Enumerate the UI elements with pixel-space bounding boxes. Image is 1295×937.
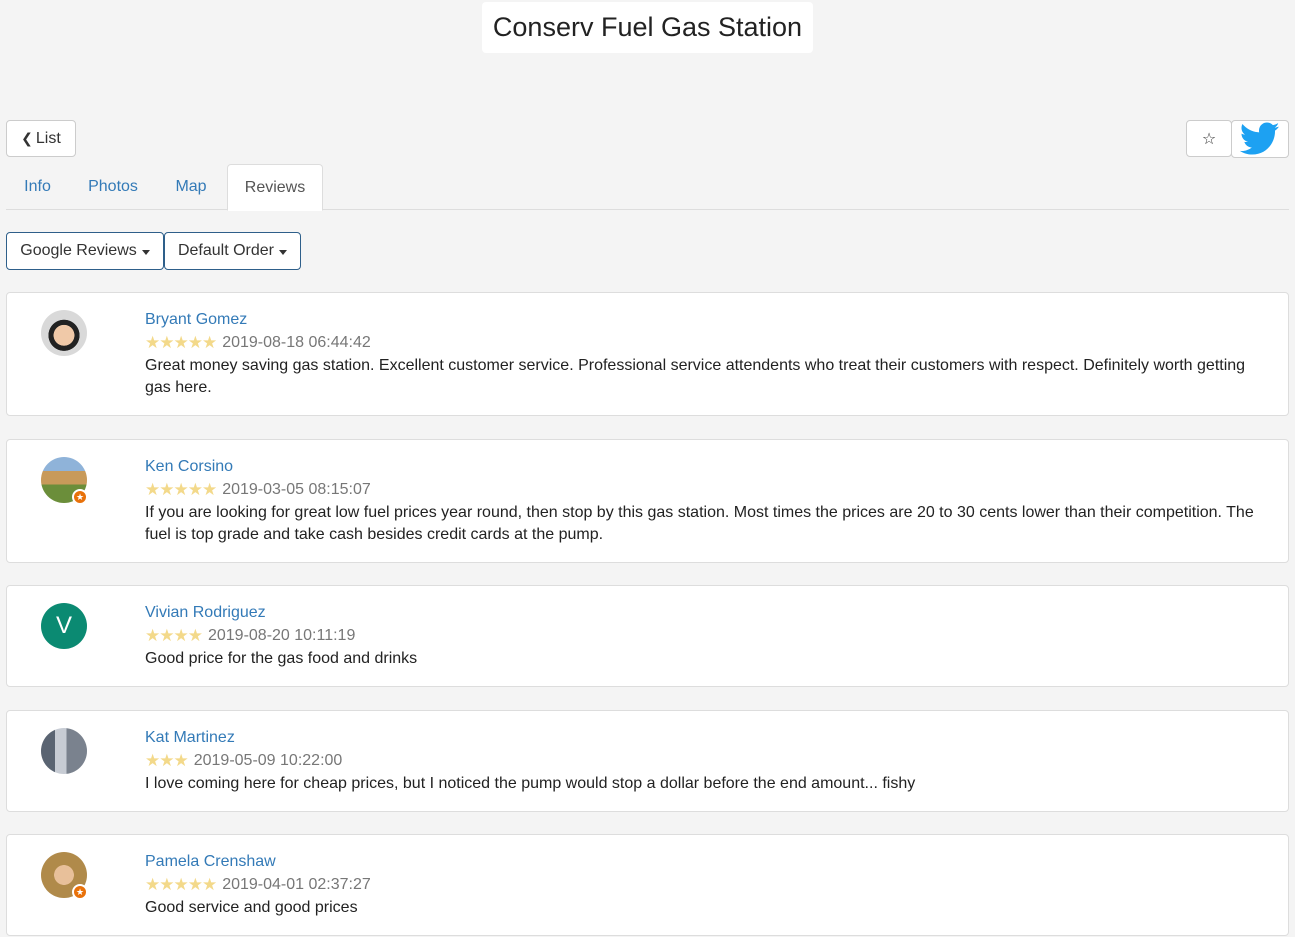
local-guide-badge-icon: ★ (72, 489, 88, 505)
star-rating: ★★★★ (145, 626, 203, 645)
tab-info[interactable]: Info (6, 164, 69, 210)
review-text: Great money saving gas station. Excellen… (145, 357, 1246, 396)
review-card: V Vivian Rodriguez ★★★★ 2019-08-20 10:11… (6, 585, 1289, 687)
detail-tabs: Info Photos Map Reviews (6, 164, 1289, 211)
local-guide-badge-icon: ★ (72, 884, 88, 900)
reviewer-name[interactable]: Kat Martinez (145, 729, 235, 747)
review-source-label: Google Reviews (20, 242, 137, 259)
tab-map[interactable]: Map (158, 164, 224, 210)
reviewer-name[interactable]: Pamela Crenshaw (145, 853, 276, 871)
review-card: ★ Ken Corsino ★★★★★ 2019-03-05 08:15:07 … (6, 439, 1289, 563)
reviewer-name[interactable]: Vivian Rodriguez (145, 604, 266, 622)
avatar[interactable] (41, 310, 87, 356)
reviewer-name[interactable]: Ken Corsino (145, 458, 233, 476)
review-card: ★ Pamela Crenshaw ★★★★★ 2019-04-01 02:37… (6, 834, 1289, 936)
review-text: I love coming here for cheap prices, but… (145, 775, 916, 792)
review-card: Bryant Gomez ★★★★★ 2019-08-18 06:44:42 G… (6, 292, 1289, 416)
review-card: Kat Martinez ★★★ 2019-05-09 10:22:00 I l… (6, 710, 1289, 812)
review-date: 2019-05-09 10:22:00 (193, 752, 343, 769)
caret-down-icon (141, 249, 150, 255)
review-date: 2019-08-20 10:11:19 (207, 627, 356, 644)
page-title: Conserv Fuel Gas Station (482, 2, 813, 53)
review-date: 2019-08-18 06:44:42 (222, 334, 371, 351)
review-order-dropdown[interactable]: Default Order (164, 232, 301, 270)
twitter-share-button[interactable] (1231, 120, 1289, 158)
list-button-label: List (35, 129, 61, 147)
review-date: 2019-04-01 02:37:27 (222, 876, 371, 893)
review-source-dropdown[interactable]: Google Reviews (6, 232, 164, 270)
avatar-letter: V (41, 603, 87, 649)
star-rating: ★★★★★ (145, 333, 217, 352)
review-date: 2019-03-05 08:15:07 (222, 481, 371, 498)
star-rating: ★★★ (145, 751, 189, 770)
twitter-bird-icon (1240, 122, 1280, 155)
chevron-left-icon: ❮ (21, 130, 33, 146)
back-to-list-button[interactable]: ❮ List (6, 120, 76, 157)
review-text: If you are looking for great low fuel pr… (145, 504, 1254, 543)
review-order-label: Default Order (177, 242, 275, 259)
avatar[interactable]: V (41, 603, 87, 649)
tab-photos[interactable]: Photos (74, 164, 152, 210)
reviewer-name[interactable]: Bryant Gomez (145, 311, 247, 329)
avatar[interactable] (41, 728, 87, 774)
star-rating: ★★★★★ (145, 875, 217, 894)
review-text: Good price for the gas food and drinks (145, 650, 418, 667)
star-outline-icon: ☆ (1201, 130, 1217, 148)
caret-down-icon (279, 249, 288, 255)
star-rating: ★★★★★ (145, 480, 217, 499)
avatar[interactable]: ★ (41, 852, 88, 900)
favorite-button[interactable]: ☆ (1186, 120, 1232, 157)
tab-reviews[interactable]: Reviews (227, 164, 323, 211)
avatar[interactable]: ★ (41, 457, 88, 505)
review-text: Good service and good prices (145, 899, 358, 916)
